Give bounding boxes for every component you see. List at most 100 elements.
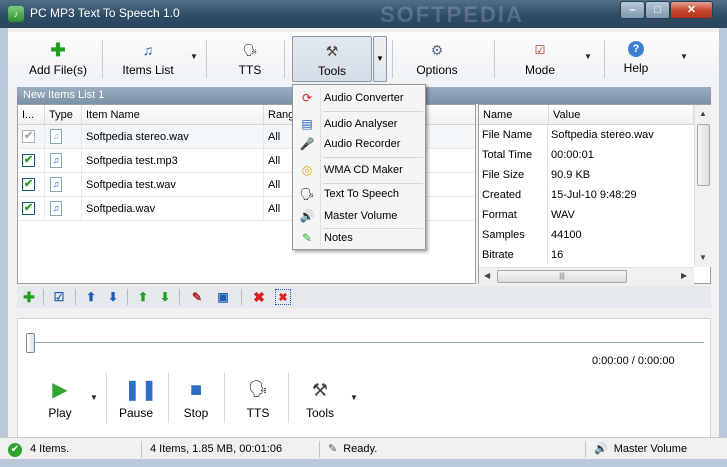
seek-thumb[interactable] (26, 333, 35, 353)
save-icon[interactable]: ▣ (215, 289, 231, 305)
add-item-icon[interactable]: ✚ (21, 289, 37, 305)
stop-button[interactable]: ■ Stop (178, 375, 214, 425)
row-check-cell: ✔ (18, 125, 45, 149)
row-check-cell: ✔ (18, 173, 45, 197)
edit-icon[interactable]: ✎ (189, 289, 205, 305)
plus-icon: ✚ (50, 40, 66, 60)
column-type[interactable]: Type (45, 105, 82, 125)
row-checkbox[interactable]: ✔ (22, 202, 35, 215)
pause-label: Pause (118, 406, 154, 420)
options-button[interactable]: ⚙ Options (406, 36, 468, 82)
property-value: Softpedia stereo.wav (551, 129, 654, 141)
help-button[interactable]: ? Help (616, 36, 656, 82)
menu-item-label: Audio Recorder (324, 138, 401, 150)
ok-icon: ✔ (8, 443, 22, 457)
menu-item-master-volume[interactable]: 🔊 Master Volume (295, 205, 423, 227)
row-checkbox[interactable]: ✔ (22, 154, 35, 167)
play-button[interactable]: ▶ Play (42, 375, 78, 425)
row-type-cell: ♫ (45, 173, 82, 197)
delete-all-icon[interactable]: ✖ (275, 289, 291, 305)
player-panel: 0:00:00 / 0:00:00 ▶ Play ▼ ❚❚ Pause ■ St… (17, 318, 711, 438)
property-key: File Name (482, 129, 533, 141)
mode-icon: ☑ (534, 43, 546, 57)
menu-item-text-to-speech[interactable]: 🗣 Text To Speech (295, 183, 423, 205)
status-state-pane: ✎ Ready. (328, 441, 586, 458)
pause-button[interactable]: ❚❚ Pause (116, 375, 158, 425)
seek-track[interactable] (26, 342, 704, 343)
menu-item-audio-converter[interactable]: ⟳ Audio Converter (295, 87, 423, 109)
move-down-icon[interactable]: ⬇ (105, 289, 121, 305)
toolbar-separator (179, 289, 180, 305)
menu-item-audio-analyser[interactable]: ▤ Audio Analyser (295, 113, 423, 135)
edit-toolbar: ✚ ☑ ⬆ ⬇ ⬆ ⬇ ✎ ▣ ✖ ✖ (17, 286, 711, 308)
vertical-scrollbar[interactable]: ▲ ▼ (694, 105, 711, 267)
menu-separator (323, 111, 423, 112)
row-check-cell: ✔ (18, 197, 45, 221)
close-button[interactable]: ✕ (670, 1, 713, 19)
property-value: 44100 (551, 229, 582, 241)
property-value: 00:00:01 (551, 149, 594, 161)
vertical-scroll-thumb[interactable] (697, 124, 710, 186)
scroll-left-icon[interactable]: ◀ (484, 271, 490, 280)
menu-item-wma-cd-maker[interactable]: ◎ WMA CD Maker (295, 159, 423, 181)
scroll-up-icon[interactable]: ▲ (699, 109, 707, 118)
wand-icon: ⚒ (325, 43, 339, 59)
move-bottom-icon[interactable]: ⬇ (157, 289, 173, 305)
tts-icon: 🗣 (247, 381, 269, 398)
play-dropdown-icon[interactable]: ▼ (90, 393, 98, 402)
cd-icon: ◎ (301, 163, 313, 177)
move-up-icon[interactable]: ⬆ (83, 289, 99, 305)
menu-item-notes[interactable]: ✎ Notes (295, 227, 423, 249)
tools-menu: ⟳ Audio Converter ▤ Audio Analyser 🎤 Aud… (292, 84, 426, 250)
move-top-icon[interactable]: ⬆ (135, 289, 151, 305)
items-list-button[interactable]: ♫ Items List (112, 36, 184, 82)
toolbar-separator (75, 289, 76, 305)
property-key: Total Time (482, 149, 533, 161)
menu-item-audio-recorder[interactable]: 🎤 Audio Recorder (295, 133, 423, 155)
help-dropdown-icon[interactable]: ▼ (680, 52, 688, 61)
player-tts-button[interactable]: 🗣 TTS (240, 375, 276, 425)
toolbar-separator (168, 373, 169, 423)
minimize-button[interactable]: – (620, 1, 645, 19)
prop-column-value[interactable]: Value (549, 105, 694, 125)
menu-item-label: Master Volume (324, 210, 398, 222)
scroll-right-icon[interactable]: ▶ (681, 271, 687, 280)
player-tools-label: Tools (305, 406, 334, 420)
tts-button[interactable]: 🗣 TTS (230, 36, 270, 82)
property-row: Total Time 00:00:01 (479, 145, 694, 165)
mode-button[interactable]: ☑ Mode (514, 36, 566, 82)
main-toolbar: ✚ Add File(s) ♫ Items List ▼ 🗣 TTS ⚒ Too… (8, 32, 719, 87)
toolbar-separator (288, 373, 289, 423)
scroll-down-icon[interactable]: ▼ (699, 253, 707, 262)
pause-icon: ❚❚ (124, 379, 158, 401)
audio-file-icon: ♫ (50, 153, 62, 168)
help-label: Help (623, 61, 649, 75)
horizontal-scroll-thumb[interactable]: ||| (497, 270, 627, 283)
status-volume-pane[interactable]: 🔊 Master Volume (594, 441, 719, 458)
add-files-button[interactable]: ✚ Add File(s) (24, 36, 92, 82)
column-index[interactable]: I... (18, 105, 45, 125)
toolbar-separator (604, 40, 605, 78)
tools-button[interactable]: ⚒ Tools (292, 36, 372, 82)
row-checkbox[interactable]: ✔ (22, 130, 35, 143)
column-item-name[interactable]: Item Name (82, 105, 264, 125)
maximize-button[interactable]: □ (645, 1, 670, 19)
menu-item-label: Audio Converter (324, 92, 404, 104)
items-list-dropdown-icon[interactable]: ▼ (190, 52, 198, 61)
prop-column-name[interactable]: Name (479, 105, 549, 125)
row-checkbox[interactable]: ✔ (22, 178, 35, 191)
player-tts-label: TTS (246, 406, 270, 420)
analyser-icon: ▤ (301, 117, 313, 131)
check-all-icon[interactable]: ☑ (51, 289, 67, 305)
audio-file-icon: ♫ (50, 201, 62, 216)
tts-label: TTS (238, 63, 262, 77)
delete-icon[interactable]: ✖ (251, 289, 267, 305)
tools-label: Tools (317, 64, 346, 78)
tools-dropdown-button[interactable]: ▼ (373, 36, 387, 82)
horizontal-scrollbar[interactable]: ◀ ||| ▶ (479, 267, 694, 284)
player-tools-dropdown-icon[interactable]: ▼ (350, 393, 358, 402)
mode-dropdown-icon[interactable]: ▼ (584, 52, 592, 61)
tts-icon: 🗣 (242, 43, 258, 57)
player-tools-button[interactable]: ⚒ Tools (300, 375, 340, 425)
property-row: Created 15-Jul-10 9:48:29 (479, 185, 694, 205)
